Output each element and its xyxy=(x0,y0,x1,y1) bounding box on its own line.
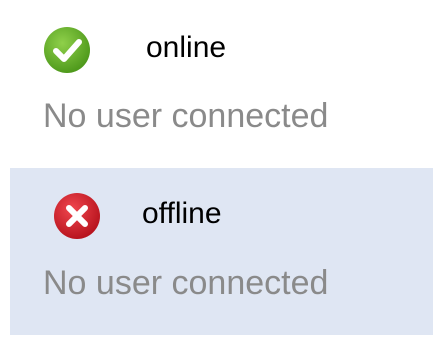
list-item-online[interactable]: online No user connected xyxy=(0,0,433,165)
status-label: offline xyxy=(142,197,222,230)
check-circle-icon xyxy=(43,26,91,74)
status-label: online xyxy=(146,31,227,64)
status-subtitle: No user connected xyxy=(43,97,329,135)
status-subtitle: No user connected xyxy=(43,264,329,302)
list-item-offline[interactable]: offline No user connected xyxy=(10,168,433,335)
connection-status-list: online No user connected offline No user… xyxy=(0,0,433,337)
close-circle-icon xyxy=(53,192,101,240)
